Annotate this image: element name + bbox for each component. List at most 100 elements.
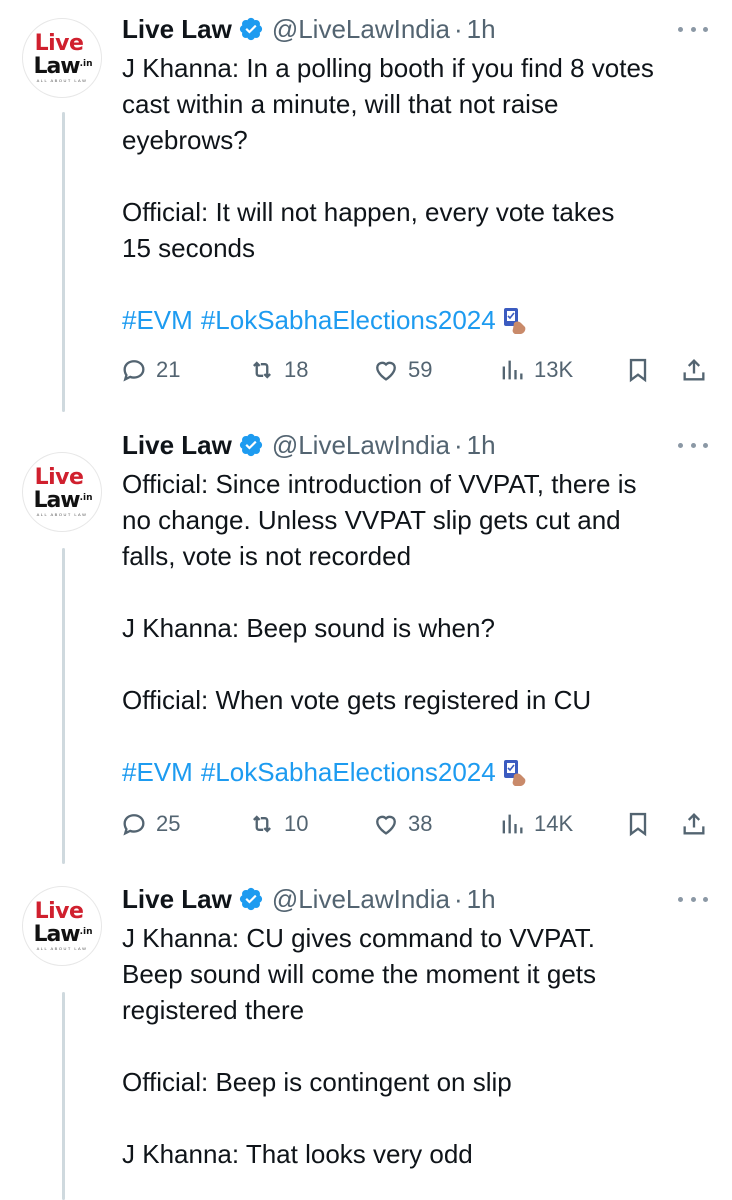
hashtag-link[interactable]: #EVM <box>122 754 193 790</box>
logo-live-text: Live <box>34 30 84 56</box>
tweet-line: cast within a minute, will that not rais… <box>122 89 559 119</box>
logo-law-text: Law <box>33 53 80 79</box>
reply-count: 21 <box>156 357 181 382</box>
ballot-box-with-hand-icon <box>503 760 526 786</box>
logo-tagline: ALL ABOUT LAW <box>36 77 88 83</box>
thread-line <box>62 548 65 864</box>
hashtag-link[interactable]: #EVM <box>122 302 193 338</box>
hashtag-link[interactable]: #LokSabhaElections2024 <box>201 302 496 338</box>
verified-badge-icon <box>239 887 262 911</box>
repost-count: 10 <box>284 811 309 836</box>
tweet-line <box>122 718 712 754</box>
separator-dot: · <box>454 883 463 914</box>
logo-suffix: .in <box>79 492 93 503</box>
bookmark-icon <box>629 812 647 837</box>
bookmark-button[interactable] <box>624 806 652 842</box>
like-count: 38 <box>408 811 433 836</box>
tweet-line: Beep sound will come the moment it gets <box>122 959 597 989</box>
avatar[interactable]: Live Law .in ALL ABOUT LAW <box>22 886 102 966</box>
separator-dot: · <box>454 429 463 460</box>
view-count: 14K <box>534 811 574 836</box>
views-button[interactable]: 13K <box>498 352 573 388</box>
handle[interactable]: @LiveLawIndia <box>272 430 450 461</box>
tweet-header: Live Law @LiveLawIndia · 1h <box>122 884 496 914</box>
share-button[interactable] <box>680 806 708 842</box>
logo-tagline: ALL ABOUT LAW <box>36 945 88 951</box>
tweet-line: Official: Beep is contingent on slip <box>122 1067 512 1097</box>
thread-line <box>62 112 65 412</box>
tweet-line: J Khanna: In a polling booth if you find… <box>122 53 654 83</box>
thread-line <box>62 992 65 1200</box>
more-options-icon[interactable] <box>678 894 708 904</box>
display-name[interactable]: Live Law <box>122 884 232 915</box>
like-button[interactable]: 38 <box>372 806 432 842</box>
tweet-text: Official: Since introduction of VVPAT, t… <box>122 466 712 790</box>
views-button[interactable]: 14K <box>498 806 573 842</box>
heart-icon <box>376 361 396 381</box>
hashtag-line: #EVM #LokSabhaElections2024 <box>122 302 712 338</box>
tweet-line: falls, vote is not recorded <box>122 541 412 571</box>
share-icon <box>683 359 705 381</box>
repost-icon <box>253 815 271 833</box>
repost-button[interactable]: 18 <box>248 352 308 388</box>
handle[interactable]: @LiveLawIndia <box>272 884 450 915</box>
tweet-line: J Khanna: Beep sound is when? <box>122 613 495 643</box>
avatar[interactable]: Live Law .in ALL ABOUT LAW <box>22 18 102 98</box>
tweet-line <box>122 646 712 682</box>
tweet-header: Live Law @LiveLawIndia · 1h <box>122 430 496 460</box>
verified-badge-icon <box>239 433 262 457</box>
analytics-icon <box>502 360 523 380</box>
tweet-line <box>122 1100 712 1136</box>
reply-button[interactable]: 21 <box>120 352 180 388</box>
tweet-text: J Khanna: CU gives command to VVPAT. Bee… <box>122 920 712 1172</box>
logo-live-text: Live <box>34 898 84 924</box>
tweet-actions: 21 18 59 13K <box>120 352 712 388</box>
logo-suffix: .in <box>79 58 93 69</box>
hashtag-line: #EVM #LokSabhaElections2024 <box>122 754 712 790</box>
tweet-line: registered there <box>122 995 305 1025</box>
more-options-icon[interactable] <box>678 24 708 34</box>
tweet-line: no change. Unless VVPAT slip gets cut an… <box>122 505 621 535</box>
tweet-line: Official: When vote gets registered in C… <box>122 685 592 715</box>
view-count: 13K <box>534 357 574 382</box>
more-options-icon[interactable] <box>678 440 708 450</box>
share-icon <box>683 813 705 835</box>
logo-law-text: Law <box>33 921 80 947</box>
timestamp[interactable]: 1h <box>467 14 496 45</box>
handle[interactable]: @LiveLawIndia <box>272 14 450 45</box>
display-name[interactable]: Live Law <box>122 14 232 45</box>
tweet-line <box>122 266 712 302</box>
repost-button[interactable]: 10 <box>248 806 308 842</box>
reply-icon <box>123 814 145 836</box>
tweet-line: Official: Since introduction of VVPAT, t… <box>122 469 637 499</box>
tweet-line: J Khanna: That looks very odd <box>122 1139 473 1169</box>
avatar[interactable]: Live Law .in ALL ABOUT LAW <box>22 452 102 532</box>
ballot-box-with-hand-icon <box>503 308 526 334</box>
display-name[interactable]: Live Law <box>122 430 232 461</box>
separator-dot: · <box>454 13 463 44</box>
tweet-line: eyebrows? <box>122 125 248 155</box>
hashtag-link[interactable]: #LokSabhaElections2024 <box>201 754 496 790</box>
tweet-text: J Khanna: In a polling booth if you find… <box>122 50 712 338</box>
reply-button[interactable]: 25 <box>120 806 180 842</box>
analytics-icon <box>502 814 523 834</box>
tweet-header: Live Law @LiveLawIndia · 1h <box>122 14 496 44</box>
tweet-line: J Khanna: CU gives command to VVPAT. <box>122 923 596 953</box>
tweet-line <box>122 574 712 610</box>
tweet-line: Official: It will not happen, every vote… <box>122 197 615 227</box>
bookmark-button[interactable] <box>624 352 652 388</box>
logo-law-text: Law <box>33 487 80 513</box>
logo-live-text: Live <box>34 464 84 490</box>
timestamp[interactable]: 1h <box>467 884 496 915</box>
tweet-line: 15 seconds <box>122 233 255 263</box>
repost-count: 18 <box>284 357 309 382</box>
like-count: 59 <box>408 357 433 382</box>
tweet-line <box>122 1028 712 1064</box>
share-button[interactable] <box>680 352 708 388</box>
tweet-actions: 25 10 38 14K <box>120 806 712 842</box>
logo-suffix: .in <box>79 926 93 937</box>
timestamp[interactable]: 1h <box>467 430 496 461</box>
heart-icon <box>376 815 396 835</box>
tweet-line <box>122 158 712 194</box>
like-button[interactable]: 59 <box>372 352 432 388</box>
